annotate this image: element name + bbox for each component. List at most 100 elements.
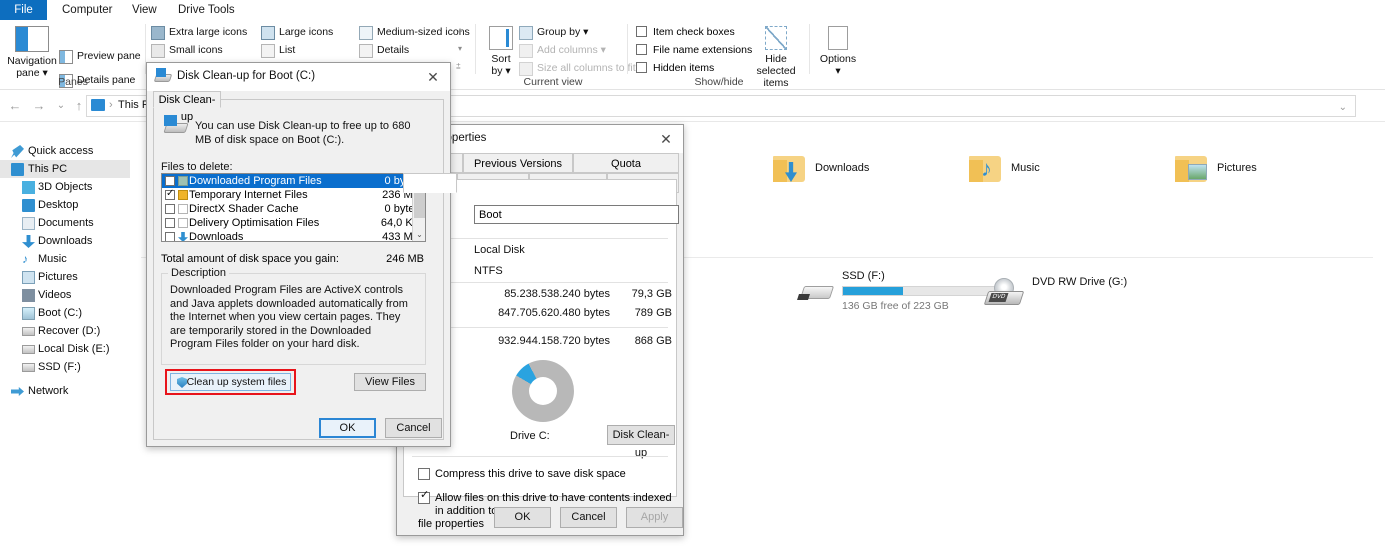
sidebar-item-network[interactable]: Network	[0, 382, 130, 400]
group-by-button[interactable]: Group by ▾	[518, 24, 588, 41]
sidebar-item-videos[interactable]: Videos	[0, 286, 130, 304]
layout-medium-icons-label: Medium-sized icons	[377, 26, 470, 38]
size-all-columns-button[interactable]: Size all columns to fit	[518, 60, 636, 77]
add-columns-button[interactable]: Add columns ▾	[518, 42, 606, 59]
files-to-delete-list[interactable]: Downloaded Program Files 0 bytes Tempora…	[161, 173, 426, 242]
sidebar-item-boot-c[interactable]: Boot (C:)	[0, 304, 130, 322]
properties-tab-general[interactable]	[403, 173, 457, 193]
medium-sized-icons-icon	[359, 26, 373, 40]
layout-large-icons-label: Large icons	[279, 26, 333, 38]
file-name-extensions-checkbox[interactable]: File name extensions	[636, 42, 752, 59]
item-check-boxes-checkbox[interactable]: Item check boxes	[636, 24, 735, 41]
folder-item-music[interactable]: ♪ Music	[955, 150, 1155, 198]
files-to-delete-label: Files to delete:	[161, 161, 233, 173]
layout-small-icons[interactable]: Small icons	[150, 42, 223, 59]
navigation-pane-icon	[15, 26, 49, 52]
properties-tab-quota[interactable]: Quota	[573, 153, 679, 173]
drive-item-label: SSD (F:)	[842, 270, 885, 282]
file-list-name: Downloaded Program Files	[189, 175, 322, 187]
volume-name-field[interactable]	[474, 205, 679, 224]
navigation-pane-button[interactable]: Navigation pane ▾	[4, 24, 60, 79]
layout-large-icons[interactable]: Large icons	[260, 24, 333, 41]
tab-file[interactable]: File	[0, 0, 47, 20]
layout-medium-icons[interactable]: Medium-sized icons	[358, 24, 470, 41]
drive-caption: Drive C:	[510, 430, 550, 442]
options-label-line1: Options	[812, 53, 864, 65]
folder-item-pictures[interactable]: Pictures	[1161, 150, 1361, 198]
sidebar-item-ssd-f[interactable]: SSD (F:)	[0, 358, 130, 376]
windows-drive-icon	[22, 307, 35, 320]
sidebar-item-3d-objects[interactable]: 3D Objects	[0, 178, 130, 196]
options-button[interactable]: Options ▾	[812, 24, 864, 77]
disk-cleanup-button[interactable]: Disk Clean-up	[607, 425, 675, 445]
folder-item-downloads[interactable]: Downloads	[759, 150, 959, 198]
sidebar-item-documents[interactable]: Documents	[0, 214, 130, 232]
checkbox-icon[interactable]	[165, 176, 175, 186]
layout-scroll-up-arrow[interactable]: ▴	[458, 25, 462, 34]
layout-extra-large-icons[interactable]: Extra large icons	[150, 24, 247, 41]
sidebar-item-music[interactable]: ♪ Music	[0, 250, 130, 268]
chevron-down-icon[interactable]: ⌄	[1339, 102, 1347, 113]
properties-tab-previous-versions[interactable]: Previous Versions	[463, 153, 573, 173]
folder-downloads-icon	[773, 156, 807, 184]
divider	[412, 456, 668, 457]
cleanup-cancel-button[interactable]: Cancel	[385, 418, 442, 438]
drive-capacity-bar	[842, 286, 997, 296]
drive-icon	[22, 327, 35, 336]
file-list-row[interactable]: DirectX Shader Cache 0 bytes	[162, 202, 425, 216]
view-files-button[interactable]: View Files	[354, 373, 426, 391]
tab-drive-tools[interactable]: Drive Tools	[165, 0, 248, 20]
breadcrumb-this-pc[interactable]: This P	[118, 99, 149, 111]
close-icon[interactable]: ✕	[416, 63, 450, 91]
drive-item-ssd-f[interactable]: SSD (F:) 136 GB free of 223 GB	[786, 270, 1001, 322]
sidebar-item-label: 3D Objects	[38, 181, 92, 193]
clean-up-system-files-button[interactable]: Clean up system files	[170, 373, 291, 391]
tab-view[interactable]: View	[119, 0, 170, 20]
cleanup-ok-button[interactable]: OK	[319, 418, 376, 438]
external-drive-icon	[798, 282, 834, 304]
small-icons-icon	[151, 44, 165, 58]
file-list-row[interactable]: Temporary Internet Files 236 MB	[162, 188, 425, 202]
used-space-gb: 79,3 GB	[614, 288, 672, 300]
sidebar-item-pictures[interactable]: Pictures	[0, 268, 130, 286]
drive-item-dvd-rw-g[interactable]: DVD DVD RW Drive (G:)	[976, 270, 1191, 322]
layout-scroll-down-arrow[interactable]: ▾	[458, 44, 462, 53]
drive-type-value: Local Disk	[474, 244, 525, 256]
sidebar-item-label: Quick access	[28, 145, 93, 157]
properties-ok-button[interactable]: OK	[494, 507, 551, 528]
layout-details[interactable]: Details	[358, 42, 409, 59]
preview-pane-button[interactable]: Preview pane	[58, 48, 141, 65]
close-icon[interactable]: ✕	[649, 125, 683, 153]
tab-computer[interactable]: Computer	[49, 0, 126, 20]
sidebar-item-quick-access[interactable]: Quick access	[0, 142, 130, 160]
cleanup-tab-disk-cleanup[interactable]: Disk Clean-up	[153, 91, 221, 108]
layout-more-arrow[interactable]: ⩲	[456, 62, 461, 72]
description-legend: Description	[168, 267, 229, 279]
checkbox-icon[interactable]	[165, 204, 175, 214]
file-list-row[interactable]: Delivery Optimisation Files 64,0 KB	[162, 216, 425, 230]
sidebar-item-desktop[interactable]: Desktop	[0, 196, 130, 214]
properties-apply-button[interactable]: Apply	[626, 507, 683, 528]
ribbon-group-panes: Navigation pane ▾ Preview pane Details p…	[0, 20, 146, 90]
checkbox-icon[interactable]	[165, 190, 175, 200]
compress-drive-checkbox[interactable]: Compress this drive to save disk space	[418, 468, 626, 481]
checkbox-icon[interactable]	[165, 218, 175, 228]
sidebar-item-this-pc[interactable]: This PC	[0, 160, 130, 178]
checkbox-icon[interactable]	[165, 232, 175, 242]
hidden-items-checkbox[interactable]: Hidden items	[636, 60, 714, 77]
recent-locations-button[interactable]: ⌄	[52, 97, 70, 115]
sidebar-item-local-disk-e[interactable]: Local Disk (E:)	[0, 340, 130, 358]
layout-list[interactable]: List	[260, 42, 295, 59]
forward-button[interactable]: →	[30, 97, 48, 115]
sort-by-button[interactable]: Sort by ▾	[482, 24, 520, 77]
download-arrow-icon	[22, 235, 35, 248]
file-list-row[interactable]: Downloaded Program Files 0 bytes	[162, 174, 425, 188]
sidebar-item-label: Desktop	[38, 199, 78, 211]
sidebar-item-downloads[interactable]: Downloads	[0, 232, 130, 250]
sidebar-item-recover-d[interactable]: Recover (D:)	[0, 322, 130, 340]
scroll-down-icon[interactable]: ⌄	[413, 228, 426, 241]
group-by-label: Group by ▾	[537, 26, 588, 38]
properties-cancel-button[interactable]: Cancel	[560, 507, 617, 528]
back-button[interactable]: ←	[6, 97, 24, 115]
file-list-row[interactable]: Downloads 433 MB	[162, 230, 425, 242]
